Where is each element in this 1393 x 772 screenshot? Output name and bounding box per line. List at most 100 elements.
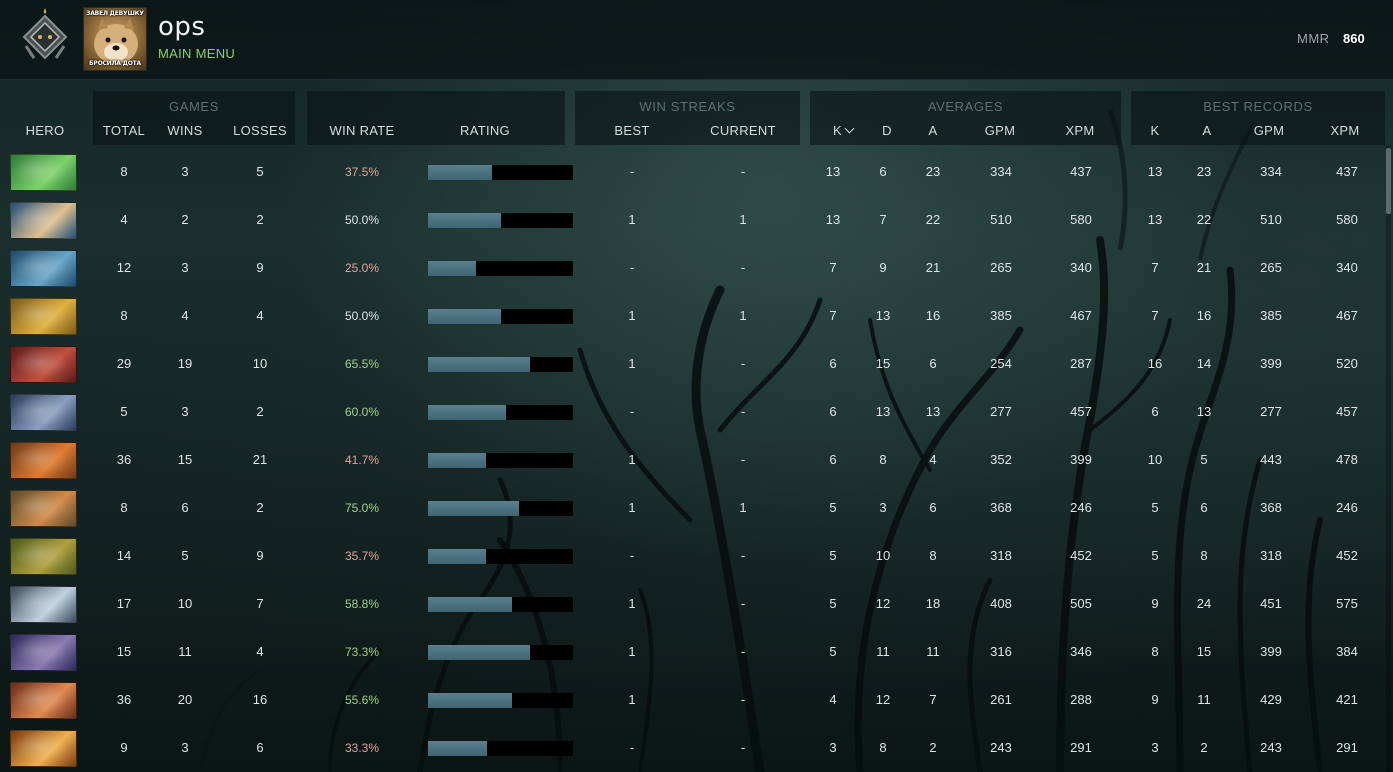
hero-portrait-icon[interactable]: [10, 586, 77, 623]
cell-best: 1: [628, 452, 636, 467]
hero-portrait-icon[interactable]: [10, 730, 77, 767]
cell-rxpm: 467: [1336, 308, 1358, 323]
cell-rxpm: 575: [1336, 596, 1358, 611]
hero-portrait-icon[interactable]: [10, 442, 77, 479]
sort-descending-icon: [844, 123, 855, 134]
cell-rk: 16: [1147, 356, 1163, 371]
cell-wins: 4: [181, 308, 189, 323]
table-row[interactable]: 36 20 16 55.6% 1 - 4 12 7 261 288 9 11 429 421: [0, 676, 1385, 724]
col-avg-gpm[interactable]: GPM: [975, 123, 1025, 138]
cell-current: 1: [739, 212, 747, 227]
cell-best: 1: [628, 644, 636, 659]
cell-win-rate: 25.0%: [344, 261, 380, 275]
cell-k: 4: [829, 692, 837, 707]
cell-current: -: [740, 452, 746, 467]
cell-rxpm: 384: [1336, 644, 1358, 659]
col-streak-current[interactable]: CURRENT: [700, 123, 786, 138]
col-avg-k-label: K: [833, 123, 842, 138]
col-streak-best[interactable]: BEST: [602, 123, 662, 138]
rating-bar-fill: [428, 549, 486, 564]
hero-portrait-icon[interactable]: [10, 346, 77, 383]
table-row[interactable]: 15 11 4 73.3% 1 - 5 11 11 316 346 8 15 399 384: [0, 628, 1385, 676]
col-avg-k[interactable]: K: [826, 123, 860, 138]
hero-portrait-icon[interactable]: [10, 682, 77, 719]
main-menu-link[interactable]: MAIN MENU: [158, 46, 235, 61]
cell-k: 6: [829, 452, 837, 467]
hero-portrait-icon[interactable]: [10, 250, 77, 287]
table-row[interactable]: 14 5 9 35.7% - - 5 10 8 318 452 5 8 318 452: [0, 532, 1385, 580]
scrollbar-thumb[interactable]: [1386, 148, 1391, 214]
cell-xpm: 437: [1070, 164, 1092, 179]
col-avg-a[interactable]: A: [918, 123, 948, 138]
table-row[interactable]: 9 3 6 33.3% - - 3 8 2 243 291 3 2 243 291: [0, 724, 1385, 772]
table-row[interactable]: 36 15 21 41.7% 1 - 6 8 4 352 399 10 5 443 478: [0, 436, 1385, 484]
cell-win-rate: 55.6%: [344, 693, 380, 707]
cell-wins: 20: [177, 692, 193, 707]
col-hero[interactable]: HERO: [10, 123, 80, 138]
avatar[interactable]: ЗАВЕЛ ДЕВУШКУ БРОСИЛА ДОТА: [83, 7, 147, 71]
table-row[interactable]: 4 2 2 50.0% 1 1 13 7 22 510 580 13 22 510 580: [0, 196, 1385, 244]
col-rec-gpm[interactable]: GPM: [1244, 123, 1294, 138]
cell-best: -: [629, 740, 635, 755]
table-row[interactable]: 8 4 4 50.0% 1 1 7 13 16 385 467 7 16 385 467: [0, 292, 1385, 340]
cell-k: 5: [829, 596, 837, 611]
cell-xpm: 452: [1070, 548, 1092, 563]
hero-portrait-icon[interactable]: [10, 634, 77, 671]
rating-bar-fill: [428, 309, 501, 324]
cell-rk: 9: [1151, 692, 1159, 707]
cell-xpm: 505: [1070, 596, 1092, 611]
table-row[interactable]: 17 10 7 58.8% 1 - 5 12 18 408 505 9 24 451 575: [0, 580, 1385, 628]
hero-portrait-icon[interactable]: [10, 490, 77, 527]
hero-portrait-icon[interactable]: [10, 154, 77, 191]
col-rec-a[interactable]: A: [1192, 123, 1222, 138]
cell-rxpm: 340: [1336, 260, 1358, 275]
cell-d: 3: [879, 500, 887, 515]
cell-wins: 3: [181, 740, 189, 755]
table-row[interactable]: 8 3 5 37.5% - - 13 6 23 334 437 13 23 334 437: [0, 148, 1385, 196]
col-avg-xpm[interactable]: XPM: [1055, 123, 1105, 138]
cell-xpm: 346: [1070, 644, 1092, 659]
cell-ra: 14: [1196, 356, 1212, 371]
table-row[interactable]: 5 3 2 60.0% - - 6 13 13 277 457 6 13 277 457: [0, 388, 1385, 436]
col-avg-d[interactable]: D: [872, 123, 902, 138]
cell-total: 14: [116, 548, 132, 563]
scrollbar[interactable]: [1386, 146, 1391, 772]
cell-losses: 4: [256, 308, 264, 323]
rating-bar: [428, 597, 573, 612]
col-win-rate[interactable]: WIN RATE: [322, 123, 402, 138]
cell-xpm: 467: [1070, 308, 1092, 323]
rating-bar: [428, 165, 573, 180]
cell-total: 4: [120, 212, 128, 227]
table-row[interactable]: 8 6 2 75.0% 1 1 5 3 6 368 246 5 6 368 246: [0, 484, 1385, 532]
cell-ra: 13: [1196, 404, 1212, 419]
cell-rxpm: 246: [1336, 500, 1358, 515]
rating-bar-fill: [428, 213, 501, 228]
cell-losses: 5: [256, 164, 264, 179]
cell-ra: 16: [1196, 308, 1212, 323]
cell-gpm: 316: [990, 644, 1012, 659]
cell-rgpm: 443: [1260, 452, 1282, 467]
hero-portrait-icon[interactable]: [10, 202, 77, 239]
col-rec-k[interactable]: K: [1140, 123, 1170, 138]
col-wins[interactable]: WINS: [160, 123, 210, 138]
col-total[interactable]: TOTAL: [94, 123, 154, 138]
cell-win-rate: 58.8%: [344, 597, 380, 611]
cell-rxpm: 452: [1336, 548, 1358, 563]
hero-portrait-icon[interactable]: [10, 298, 77, 335]
cell-losses: 7: [256, 596, 264, 611]
col-losses[interactable]: LOSSES: [228, 123, 292, 138]
table-row[interactable]: 12 3 9 25.0% - - 7 9 21 265 340 7 21 265 340: [0, 244, 1385, 292]
cell-win-rate: 73.3%: [344, 645, 380, 659]
cell-d: 12: [875, 596, 891, 611]
rating-bar-fill: [428, 501, 520, 516]
cell-win-rate: 60.0%: [344, 405, 380, 419]
cell-d: 7: [879, 212, 887, 227]
cell-rgpm: 265: [1260, 260, 1282, 275]
table-row[interactable]: 29 19 10 65.5% 1 - 6 15 6 254 287 16 14 399 520: [0, 340, 1385, 388]
hero-portrait-icon[interactable]: [10, 538, 77, 575]
hero-portrait-icon[interactable]: [10, 394, 77, 431]
cell-current: -: [740, 548, 746, 563]
cell-wins: 5: [181, 548, 189, 563]
col-rec-xpm[interactable]: XPM: [1320, 123, 1370, 138]
col-rating[interactable]: RATING: [445, 123, 525, 138]
